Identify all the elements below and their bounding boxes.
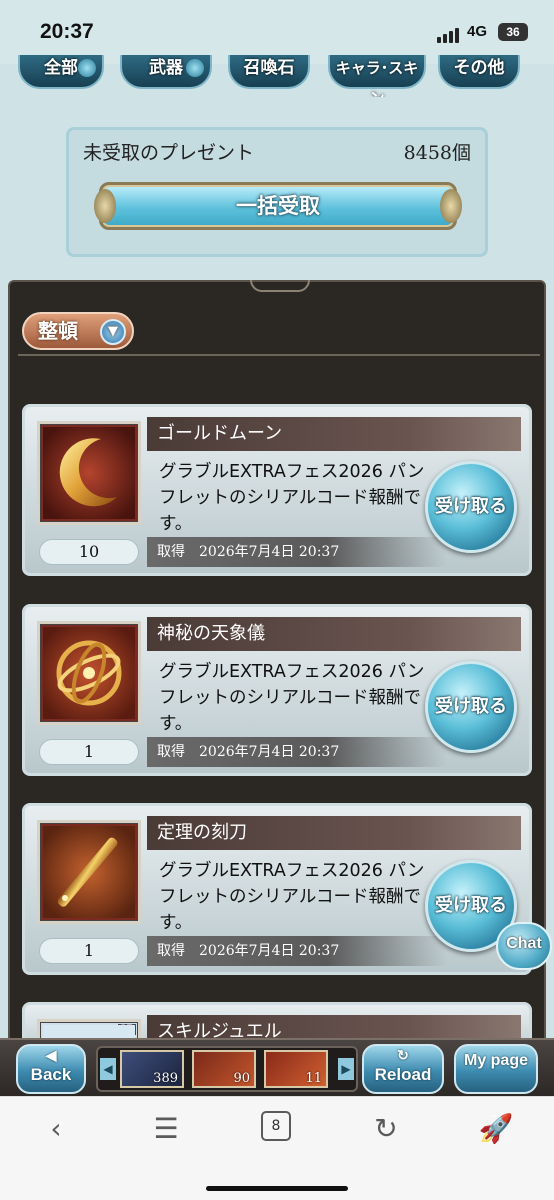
tab-all[interactable]: 全部	[18, 55, 104, 89]
reload-label: Reload	[374, 1065, 432, 1084]
acquired-date: 2026年7月4日 20:37	[199, 744, 340, 760]
acquired-label: 取得	[157, 544, 185, 560]
strip-left-arrow-icon[interactable]: ◀	[100, 1058, 116, 1080]
item-description: グラブルEXTRAフェス2026 パンフレットのシリアルコード報酬です。	[159, 462, 425, 534]
battery-icon: 36	[498, 23, 528, 41]
acquired-label: 取得	[157, 943, 185, 959]
divider	[18, 354, 540, 356]
item-description: グラブルEXTRAフェス2026 パンフレットのシリアルコード報酬です。	[159, 662, 425, 734]
tabs-button[interactable]: 8	[261, 1111, 291, 1141]
status-time: 20:37	[40, 20, 94, 43]
receive-button[interactable]: 受け取る	[425, 461, 517, 553]
item-thumbnail	[37, 421, 141, 525]
present-item: 神秘の天象儀 グラブルEXTRAフェス2026 パンフレットのシリアルコード報酬…	[22, 604, 532, 776]
quick-slot[interactable]: 90	[192, 1050, 256, 1088]
gold-moon-icon	[43, 427, 135, 519]
back-arrow-icon: ◀	[45, 1047, 57, 1063]
item-name: 神秘の天象儀	[147, 617, 521, 651]
sort-button[interactable]: 整頓 ▼	[22, 312, 134, 350]
tab-characters-skins[interactable]: キャラ･スキン	[328, 55, 426, 97]
tab-knob-icon	[78, 59, 96, 77]
reload-button[interactable]: ↻ Reload	[362, 1044, 444, 1094]
tab-summons[interactable]: 召喚石	[228, 55, 310, 89]
sort-label: 整頓	[38, 319, 78, 343]
panel-ornament	[250, 280, 310, 292]
item-acquired: 取得 2026年7月4日 20:37	[147, 537, 447, 567]
item-count: 1	[39, 739, 139, 765]
refresh-icon[interactable]: ↻	[366, 1111, 406, 1147]
present-count: 8458個	[403, 142, 471, 164]
tab-label: 召喚石	[243, 58, 295, 78]
chat-button[interactable]: Chat	[496, 922, 552, 970]
network-label: 4G	[467, 23, 488, 40]
tab-knob-icon	[186, 59, 204, 77]
slot-count: 389	[153, 1071, 178, 1086]
rocket-icon[interactable]: 🚀	[476, 1111, 516, 1147]
slot-count: 90	[233, 1071, 250, 1086]
quick-item-strip: ◀ 389 90 11 ▶	[96, 1046, 358, 1092]
strip-right-arrow-icon[interactable]: ▶	[338, 1058, 354, 1080]
item-acquired: 取得 2026年7月4日 20:37	[147, 936, 447, 966]
item-acquired: 取得 2026年7月4日 20:37	[147, 737, 447, 767]
tab-other[interactable]: その他	[438, 55, 520, 89]
menu-icon[interactable]: ☰	[146, 1111, 186, 1147]
present-summary: 未受取のプレゼント 8458個 一括受取	[66, 127, 488, 257]
ornament-icon	[440, 189, 462, 223]
item-description: グラブルEXTRAフェス2026 パンフレットのシリアルコード報酬です。	[159, 861, 425, 933]
back-label: Back	[30, 1065, 72, 1084]
item-thumbnail	[37, 820, 141, 924]
chevron-down-icon: ▼	[100, 319, 126, 345]
receive-button[interactable]: 受け取る	[425, 661, 517, 753]
present-item: ゴールドムーン グラブルEXTRAフェス2026 パンフレットのシリアルコード報…	[22, 404, 532, 576]
armillary-sphere-icon	[43, 627, 135, 719]
bulk-receive-label: 一括受取	[236, 194, 320, 218]
carving-knife-icon	[43, 826, 135, 918]
back-button[interactable]: ◀ Back	[16, 1044, 86, 1094]
ornament-icon	[94, 189, 116, 223]
item-thumbnail	[37, 621, 141, 725]
item-count: 1	[39, 938, 139, 964]
acquired-label: 取得	[157, 744, 185, 760]
browser-toolbar: ‹ ☰ 8 ↻ 🚀	[0, 1096, 554, 1200]
item-count: 10	[39, 539, 139, 565]
bulk-receive-button[interactable]: 一括受取	[94, 182, 462, 230]
item-name: 定理の刻刀	[147, 816, 521, 850]
slot-count: 11	[305, 1071, 322, 1086]
item-name: ゴールドムーン	[147, 417, 521, 451]
reload-icon: ↻	[397, 1047, 409, 1063]
acquired-date: 2026年7月4日 20:37	[199, 943, 340, 959]
tab-label: キャラ･スキン	[335, 59, 419, 97]
category-tabs: 全部 武器 召喚石 キャラ･スキン その他	[0, 55, 554, 97]
tab-label: 武器	[149, 58, 183, 78]
mypage-label: My page	[463, 1052, 528, 1069]
game-bottom-bar: ◀ Back ◀ 389 90 11 ▶ ↻ Reload My page	[0, 1038, 554, 1096]
quick-slot[interactable]: 11	[264, 1050, 328, 1088]
home-indicator	[206, 1186, 348, 1191]
acquired-date: 2026年7月4日 20:37	[199, 544, 340, 560]
signal-icon	[437, 28, 459, 43]
back-chevron-icon[interactable]: ‹	[36, 1111, 76, 1147]
quick-slot[interactable]: 389	[120, 1050, 184, 1088]
present-item: 定理の刻刀 グラブルEXTRAフェス2026 パンフレットのシリアルコード報酬で…	[22, 803, 532, 975]
tab-label: 全部	[44, 58, 78, 78]
present-label: 未受取のプレゼント	[83, 142, 255, 164]
mypage-button[interactable]: My page	[454, 1044, 538, 1094]
tab-weapons[interactable]: 武器	[120, 55, 212, 89]
tab-label: その他	[453, 58, 505, 78]
